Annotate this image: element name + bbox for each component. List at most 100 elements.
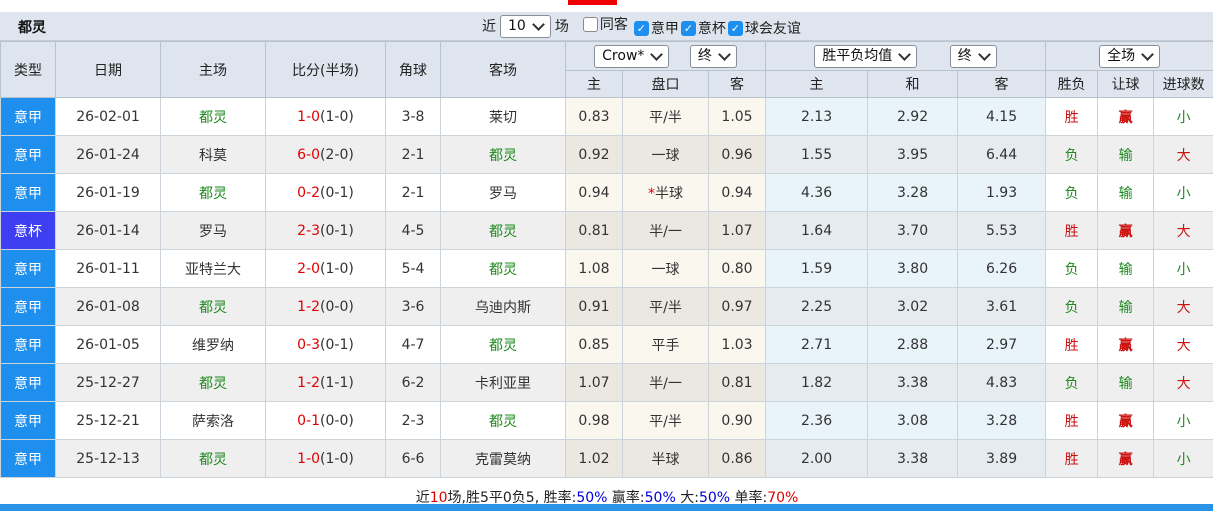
avg-odds-select[interactable]: 胜平负均值	[814, 44, 918, 68]
avg-away: 3.28	[957, 401, 1047, 440]
avg-home: 2.13	[765, 97, 869, 136]
col-header-corner: 角球	[385, 41, 441, 98]
score-cell: 1-2(0-0)	[265, 287, 386, 326]
score-cell: 2-0(1-0)	[265, 249, 386, 288]
league-badge: 意甲	[0, 97, 56, 136]
corner-score: 2-1	[385, 135, 441, 174]
league-badge: 意甲	[0, 439, 56, 478]
halftime-score: (1-1)	[320, 374, 354, 391]
odds-home: 0.85	[565, 325, 623, 364]
odds-home: 0.91	[565, 287, 623, 326]
avg-away: 6.26	[957, 249, 1047, 288]
result-handicap: 输	[1097, 363, 1155, 402]
fulltime-score: 0-2	[297, 184, 321, 201]
checked-checkbox-icon: ✓	[633, 20, 649, 36]
result-wdl: 胜	[1045, 211, 1099, 250]
avg-draw: 3.38	[867, 439, 959, 478]
home-team: 萨索洛	[160, 401, 266, 440]
scope-select[interactable]: 全场	[1099, 44, 1161, 68]
odds-handicap: 半/一	[622, 363, 709, 402]
home-team: 都灵	[160, 439, 266, 478]
result-wdl: 负	[1045, 173, 1099, 212]
away-team: 都灵	[440, 211, 566, 250]
bookmaker-stage-value: 终	[697, 47, 712, 64]
corner-score: 6-6	[385, 439, 441, 478]
avg-home: 4.36	[765, 173, 869, 212]
table-header: 类型 日期 主场 比分(半场) 角球 客场 Crow* 终 胜平负均值 终 全场…	[0, 41, 1213, 98]
recent-count-select[interactable]: 10	[500, 14, 551, 38]
result-handicap: 输	[1097, 173, 1155, 212]
home-team: 都灵	[160, 97, 266, 136]
bookmaker-select-value: Crow*	[602, 47, 645, 64]
avg-away: 3.89	[957, 439, 1047, 478]
subcol-odds-home: 主	[565, 70, 623, 98]
table-row: 意甲 26-01-24 科莫 6-0(2-0) 2-1 都灵 0.92 一球 0…	[0, 135, 1213, 174]
corner-score: 5-4	[385, 249, 441, 288]
home-team: 都灵	[160, 287, 266, 326]
recent-label: 近	[482, 19, 496, 35]
result-handicap: 输	[1097, 287, 1155, 326]
away-team: 罗马	[440, 173, 566, 212]
subcol-goals: 进球数	[1153, 70, 1213, 98]
result-wdl: 负	[1045, 249, 1099, 288]
avg-home: 1.59	[765, 249, 869, 288]
away-team: 卡利亚里	[440, 363, 566, 402]
result-handicap: 赢	[1097, 211, 1155, 250]
fulltime-score: 1-0	[297, 450, 321, 467]
home-team: 科莫	[160, 135, 266, 174]
avg-away: 4.83	[957, 363, 1047, 402]
result-handicap: 赢	[1097, 97, 1155, 136]
match-date: 26-01-14	[55, 211, 161, 250]
avg-home: 1.82	[765, 363, 869, 402]
bookmaker-stage-select[interactable]: 终	[689, 44, 737, 68]
avg-draw: 3.38	[867, 363, 959, 402]
avg-home: 1.55	[765, 135, 869, 174]
home-team: 维罗纳	[160, 325, 266, 364]
halftime-score: (1-0)	[320, 260, 354, 277]
avg-away: 4.15	[957, 97, 1047, 136]
result-handicap: 输	[1097, 135, 1155, 174]
odds-away: 0.90	[707, 401, 767, 440]
match-date: 26-01-11	[55, 249, 161, 288]
filter-checkbox[interactable]: ✓ 球会友谊	[727, 18, 801, 38]
avg-home: 2.25	[765, 287, 869, 326]
league-badge: 意甲	[0, 325, 56, 364]
league-badge: 意甲	[0, 173, 56, 212]
avg-draw: 3.70	[867, 211, 959, 250]
checked-checkbox-icon: ✓	[680, 20, 696, 36]
games-label: 场	[554, 19, 569, 35]
corner-score: 4-5	[385, 211, 441, 250]
avg-stage-select[interactable]: 终	[949, 44, 997, 68]
league-badge: 意甲	[0, 287, 56, 326]
result-wdl: 胜	[1045, 439, 1099, 478]
result-goals: 小	[1153, 249, 1213, 288]
league-badge: 意甲	[0, 249, 56, 288]
halftime-score: (1-0)	[320, 108, 354, 125]
chevron-down-icon	[717, 47, 731, 61]
odds-away: 0.96	[707, 135, 767, 174]
avg-draw: 3.08	[867, 401, 959, 440]
league-badge: 意甲	[0, 135, 56, 174]
scope-select-value: 全场	[1107, 47, 1136, 64]
filter-checkbox-label: 球会友谊	[744, 21, 801, 37]
scope-select-cell: 全场	[1045, 41, 1213, 71]
result-goals: 大	[1153, 363, 1213, 402]
odds-away: 0.86	[707, 439, 767, 478]
active-tab-indicator	[568, 0, 617, 5]
score-cell: 6-0(2-0)	[265, 135, 386, 174]
halftime-score: (0-1)	[320, 222, 354, 239]
score-cell: 1-0(1-0)	[265, 439, 386, 478]
away-team: 都灵	[440, 249, 566, 288]
filter-checkbox[interactable]: 同客	[582, 14, 628, 34]
fulltime-score: 1-2	[297, 374, 321, 391]
result-wdl: 胜	[1045, 97, 1099, 136]
fulltime-score: 2-0	[297, 260, 321, 277]
avg-home: 2.36	[765, 401, 869, 440]
avg-home: 1.64	[765, 211, 869, 250]
result-goals: 大	[1153, 135, 1213, 174]
away-team: 乌迪内斯	[440, 287, 566, 326]
filter-checkbox[interactable]: ✓ 意杯	[680, 18, 726, 38]
filter-checkbox[interactable]: ✓ 意甲	[633, 18, 679, 38]
bookmaker-select[interactable]: Crow*	[594, 44, 670, 68]
match-date: 26-01-24	[55, 135, 161, 174]
